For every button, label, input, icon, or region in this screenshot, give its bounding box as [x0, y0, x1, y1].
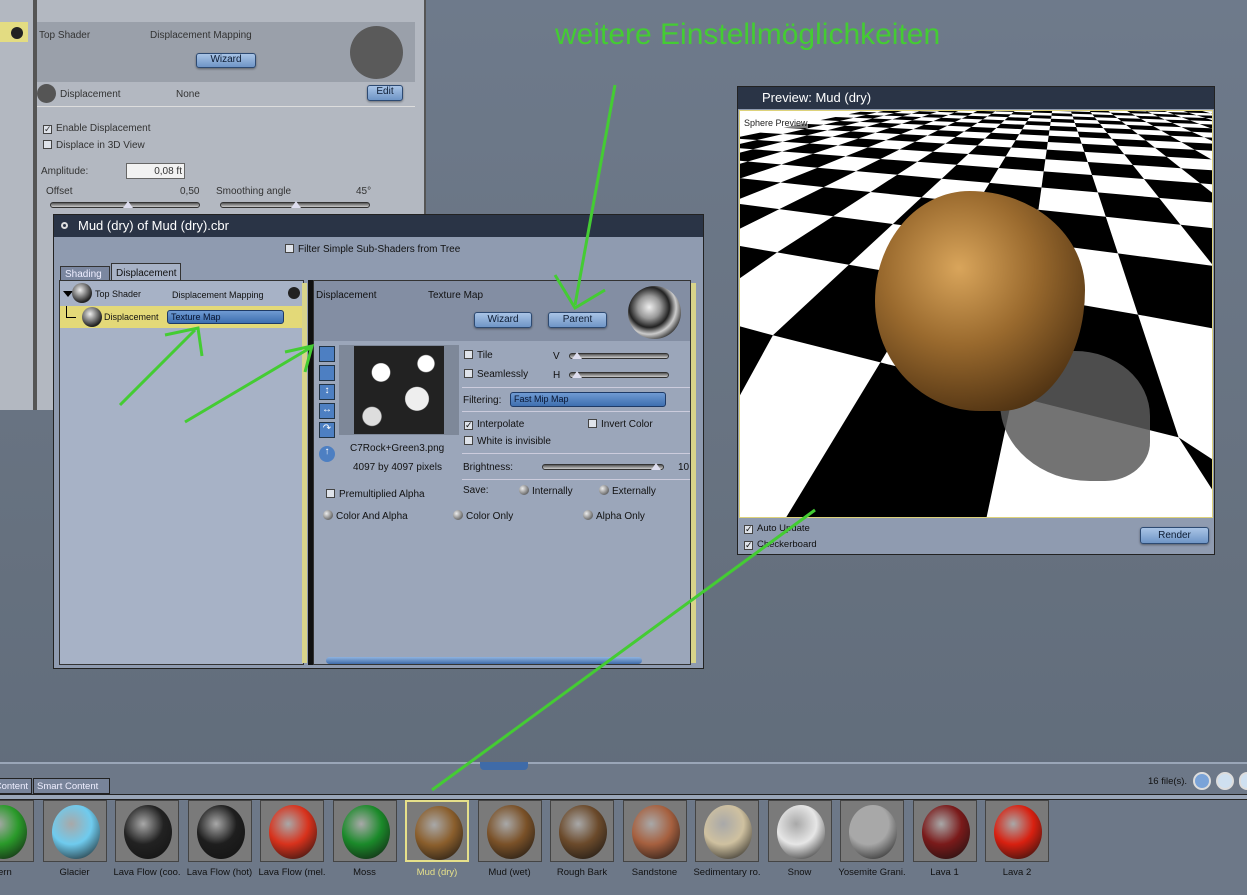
annotation-arrows — [118, 84, 816, 792]
arrow-to-folder — [184, 343, 315, 424]
line-to-thumb — [431, 508, 816, 792]
arrow-to-select — [118, 326, 204, 407]
arrow-to-parent — [553, 84, 617, 311]
